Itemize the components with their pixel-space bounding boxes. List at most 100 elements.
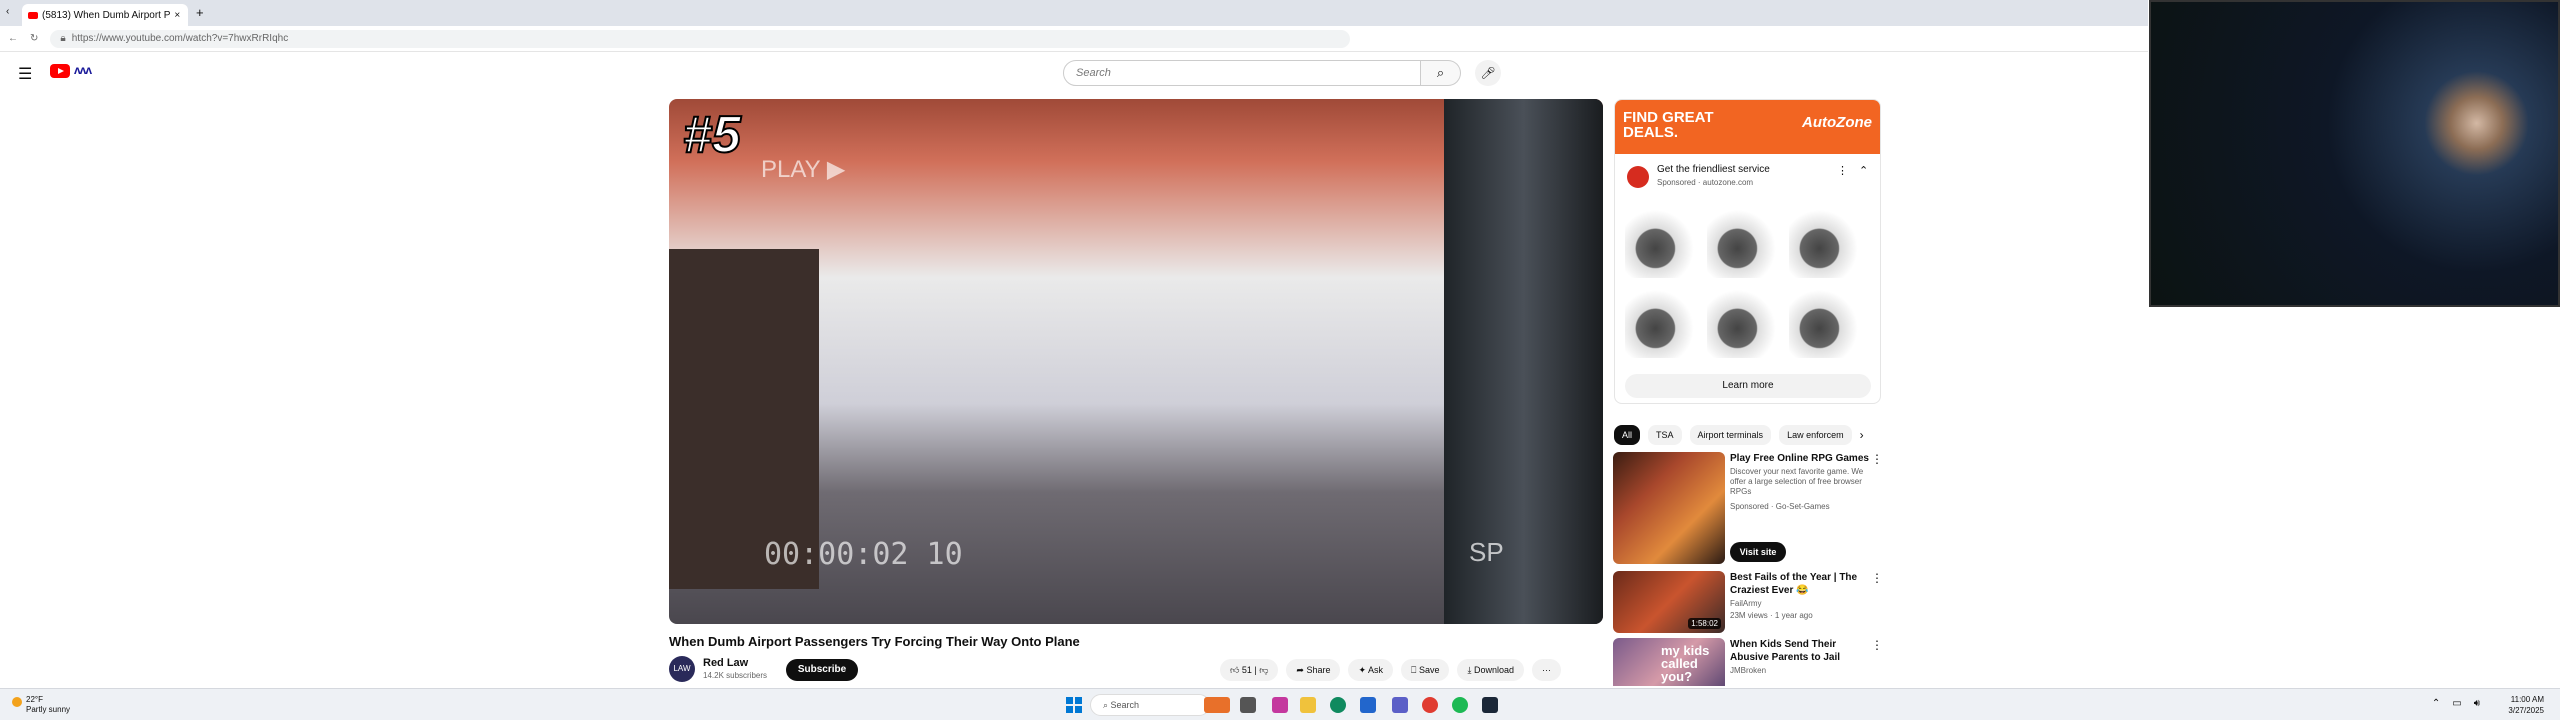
- product-image[interactable]: [1707, 284, 1783, 358]
- url-text: https://www.youtube.com/watch?v=7hwxRrRI…: [71, 33, 289, 44]
- clock[interactable]: 11:00 AM 3/27/2025: [2508, 694, 2544, 716]
- chip-all[interactable]: All: [1614, 425, 1641, 445]
- weather-icon: [12, 697, 22, 707]
- task-view-icon[interactable]: [1240, 697, 1256, 713]
- windows-start-icon[interactable]: [1066, 697, 1082, 713]
- chip-airport-terminals[interactable]: Airport terminals: [1689, 425, 1772, 445]
- list-item[interactable]: 1:58:02 Best Fails of the Year | The Cra…: [1613, 571, 1883, 633]
- list-item[interactable]: Play Free Online RPG Games Discover your…: [1613, 452, 1883, 567]
- taskbar-search[interactable]: ⌕ Search: [1090, 694, 1210, 716]
- chrome-icon[interactable]: [1422, 697, 1438, 713]
- windows-taskbar: 22°F Partly sunny ⌕ Search ⌃ ▭ 🔊︎ 11:00 …: [0, 688, 2560, 720]
- ad-advertiser-icon: [1627, 166, 1649, 188]
- video-sp-overlay: SP: [1469, 537, 1504, 567]
- ad-banner[interactable]: FIND GREAT DEALS. AutoZone: [1615, 100, 1880, 154]
- webcam-overlay: [2149, 0, 2560, 307]
- collapse-icon[interactable]: ⌃: [1859, 164, 1868, 177]
- youtube-logo[interactable]: [50, 64, 70, 78]
- file-explorer-icon[interactable]: [1300, 697, 1316, 713]
- video-thumbnail[interactable]: [1613, 452, 1725, 564]
- chevron-up-icon[interactable]: ⌃: [2432, 698, 2440, 709]
- taskbar-search-label: Search: [1110, 700, 1140, 710]
- browser-tab[interactable]: (5813) When Dumb Airport P ×: [22, 4, 188, 26]
- edge-browser-icon[interactable]: [1330, 697, 1346, 713]
- product-image[interactable]: [1789, 284, 1865, 358]
- share-icon: ➦: [1296, 665, 1307, 675]
- channel-name[interactable]: Red Law: [703, 657, 748, 669]
- reload-icon[interactable]: ↻: [30, 33, 38, 44]
- share-button[interactable]: ➦ Share: [1286, 659, 1341, 681]
- search-button[interactable]: ⌕: [1421, 60, 1461, 86]
- save-button[interactable]: ⎕ Save: [1401, 659, 1450, 681]
- url-field[interactable]: 🔒︎ https://www.youtube.com/watch?v=7hwxR…: [50, 29, 1351, 48]
- weather-widget[interactable]: 22°F Partly sunny: [12, 695, 71, 715]
- more-icon[interactable]: ⋮: [1871, 638, 1883, 652]
- volume-icon[interactable]: 🔊︎: [2474, 698, 2480, 709]
- search-input[interactable]: Search: [1063, 60, 1421, 86]
- thumbnail-overlay-text: my kids called you?: [1661, 643, 1710, 684]
- video-scene-right: [1444, 99, 1603, 624]
- like-button[interactable]: 👍︎ 51 | 👎︎: [1220, 659, 1279, 681]
- youtube-favicon-icon: [28, 11, 38, 19]
- subscriber-count: 14.2K subscribers: [703, 671, 768, 680]
- download-label: Download: [1473, 665, 1514, 675]
- back-icon[interactable]: ‹: [6, 6, 9, 17]
- weather-desc: Partly sunny: [26, 705, 71, 714]
- video-thumbnail[interactable]: 1:58:02: [1613, 571, 1725, 633]
- channel-name[interactable]: JMBroken: [1730, 666, 1766, 675]
- subscribe-button[interactable]: Subscribe: [786, 659, 858, 681]
- more-icon[interactable]: ⋮: [1871, 571, 1883, 585]
- sidebar-ad[interactable]: FIND GREAT DEALS. AutoZone Get the frien…: [1614, 99, 1881, 404]
- thumbs-down-icon[interactable]: 👎︎: [1259, 665, 1268, 675]
- visit-site-button[interactable]: Visit site: [1730, 542, 1786, 562]
- tab-title: (5813) When Dumb Airport P: [42, 9, 171, 21]
- video-title[interactable]: Play Free Online RPG Games: [1730, 452, 1870, 465]
- lock-icon: 🔒︎: [60, 33, 66, 44]
- news-icon[interactable]: [1204, 697, 1230, 713]
- product-image[interactable]: [1625, 284, 1701, 358]
- chip-law-enforcement[interactable]: Law enforcem: [1779, 425, 1852, 445]
- product-image[interactable]: [1789, 204, 1865, 278]
- video-player[interactable]: #5 PLAY ▶ 00:00:02 10 SP: [669, 99, 1603, 624]
- hamburger-menu-icon[interactable]: ☰: [18, 64, 32, 84]
- more-actions-button[interactable]: ···: [1531, 659, 1561, 681]
- browser-tabbar: ‹ (5813) When Dumb Airport P × +: [0, 0, 2148, 26]
- video-title[interactable]: Best Fails of the Year | The Craziest Ev…: [1730, 571, 1870, 597]
- network-icon[interactable]: ▭: [2452, 698, 2461, 709]
- chevron-right-icon[interactable]: ›: [1860, 425, 1864, 445]
- back-arrow-icon[interactable]: ←: [8, 33, 18, 44]
- app-icon[interactable]: [1272, 697, 1288, 713]
- youtube-header: ☰ ᴧᴧᴧ Search ⌕ 🎤︎: [0, 52, 2148, 90]
- product-image[interactable]: [1625, 204, 1701, 278]
- channel-avatar[interactable]: LAW: [669, 656, 695, 682]
- like-count: 51: [1241, 665, 1252, 675]
- list-item[interactable]: my kids called you? When Kids Send Their…: [1613, 638, 1883, 686]
- video-thumbnail[interactable]: my kids called you?: [1613, 638, 1725, 686]
- steam-icon[interactable]: [1482, 697, 1498, 713]
- video-description: Discover your next favorite game. We off…: [1730, 467, 1864, 496]
- ad-headline: Get the friendliest service: [1657, 164, 1770, 175]
- filter-chips: All TSA Airport terminals Law enforcem ›: [1614, 425, 1864, 445]
- video-title[interactable]: When Kids Send Their Abusive Parents to …: [1730, 638, 1870, 664]
- chip-tsa[interactable]: TSA: [1648, 425, 1682, 445]
- download-button[interactable]: ⤓ Download: [1457, 659, 1524, 681]
- channel-logo[interactable]: ᴧᴧᴧ: [74, 63, 92, 77]
- ad-menu-icon[interactable]: ⋮: [1837, 164, 1848, 177]
- video-rank-overlay: #5: [682, 105, 742, 165]
- ask-button[interactable]: ✦ Ask: [1348, 659, 1394, 681]
- new-tab-button[interactable]: +: [196, 5, 204, 20]
- search-icon: ⌕: [1436, 65, 1445, 80]
- video-meta: 23M views · 1 year ago: [1730, 611, 1813, 620]
- spotify-icon[interactable]: [1452, 697, 1468, 713]
- store-icon[interactable]: [1360, 697, 1376, 713]
- ad-product-grid: [1625, 204, 1873, 358]
- product-image[interactable]: [1707, 204, 1783, 278]
- video-title: When Dumb Airport Passengers Try Forcing…: [669, 634, 1080, 649]
- channel-name[interactable]: FailArmy: [1730, 599, 1762, 608]
- ask-label: Ask: [1368, 665, 1384, 675]
- learn-more-button[interactable]: Learn more: [1625, 374, 1871, 398]
- close-tab-icon[interactable]: ×: [174, 10, 180, 21]
- voice-search-button[interactable]: 🎤︎: [1475, 60, 1501, 86]
- more-icon[interactable]: ⋮: [1871, 452, 1883, 466]
- teams-icon[interactable]: [1392, 697, 1408, 713]
